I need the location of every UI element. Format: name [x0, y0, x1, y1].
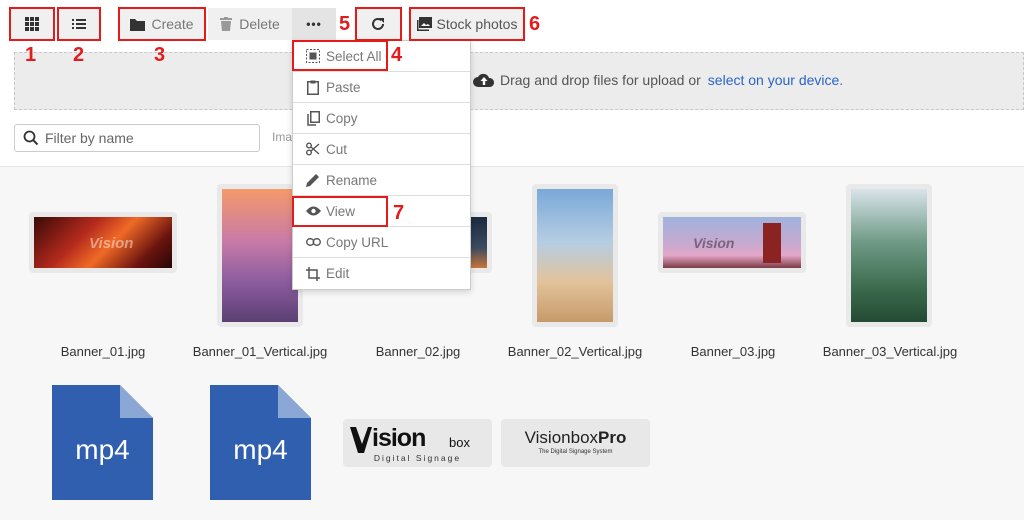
more-actions-button[interactable]: ••• [292, 8, 336, 40]
dropzone-text: Drag and drop files for upload or [500, 72, 701, 88]
menu-item-edit[interactable]: Edit [293, 258, 470, 289]
visionbox-pro-name: Visionbox [524, 428, 599, 447]
annotation-number-4: 4 [391, 44, 403, 66]
scissors-icon [305, 141, 321, 157]
mp4-label: mp4 [75, 434, 130, 465]
menu-item-select-all[interactable]: Select All [293, 41, 470, 72]
filename-banner-03: Banner_03.jpg [690, 344, 776, 359]
annotation-number-2: 2 [73, 44, 85, 66]
filter-input[interactable]: Filter by name [14, 124, 260, 152]
stock-photos-label: Stock photos [436, 16, 518, 32]
filename-banner-03-vertical: Banner_03_Vertical.jpg [822, 344, 958, 359]
delete-button[interactable]: Delete [208, 8, 292, 40]
folder-icon [130, 18, 146, 31]
filename-banner-02: Banner_02.jpg [375, 344, 461, 359]
menu-item-cut[interactable]: Cut [293, 134, 470, 165]
image-icon [416, 17, 432, 31]
thumbnail-banner-01-vertical[interactable] [217, 184, 303, 327]
visionbox-logo-thumbnail[interactable]: ision box Digital Signage [343, 419, 492, 467]
more-actions-menu: Select All Paste Copy Cut Rename View Co… [292, 40, 471, 290]
visionbox-logo-subtitle: Digital Signage [373, 453, 462, 463]
menu-label-select-all: Select All [326, 48, 382, 64]
delete-label: Delete [239, 16, 280, 32]
refresh-button[interactable] [356, 8, 400, 40]
search-icon [23, 130, 39, 146]
thumbnail-banner-03-vertical[interactable] [846, 184, 932, 327]
menu-item-rename[interactable]: Rename [293, 165, 470, 196]
cloud-upload-icon [473, 73, 495, 87]
crop-icon [305, 266, 321, 282]
filename-banner-01-vertical: Banner_01_Vertical.jpg [192, 344, 328, 359]
filename-banner-01: Banner_01.jpg [60, 344, 146, 359]
stock-photos-button[interactable]: Stock photos [410, 8, 524, 40]
menu-label-view: View [326, 203, 356, 219]
annotation-number-1: 1 [25, 44, 37, 66]
link-icon [305, 234, 321, 250]
menu-item-copy-url[interactable]: Copy URL [293, 227, 470, 258]
annotation-number-5: 5 [339, 13, 351, 35]
mp4-label-2: mp4 [233, 434, 288, 465]
visionbox-logo-text: ision [372, 424, 426, 452]
upload-dropzone[interactable]: Drag and drop files for upload or select… [14, 52, 1024, 110]
visionbox-pro-subtitle: The Digital Signage System [538, 449, 613, 455]
pencil-icon [305, 172, 321, 188]
menu-label-copy-url: Copy URL [326, 234, 389, 250]
visionbox-logo-sup: box [449, 435, 470, 450]
more-label: ••• [306, 17, 322, 31]
grid-view-button[interactable] [10, 8, 54, 40]
menu-item-copy[interactable]: Copy [293, 103, 470, 134]
menu-label-copy: Copy [326, 110, 358, 126]
filename-banner-02-vertical: Banner_02_Vertical.jpg [507, 344, 643, 359]
trash-icon [220, 17, 233, 31]
menu-label-cut: Cut [326, 141, 348, 157]
dropzone-content: Drag and drop files for upload or select… [473, 72, 843, 88]
menu-item-view[interactable]: View [293, 196, 470, 227]
visionbox-pro-logo: VisionboxPro [501, 428, 650, 448]
menu-label-paste: Paste [326, 79, 361, 95]
list-icon [72, 19, 86, 29]
thumbnail-banner-02-vertical[interactable] [532, 184, 618, 327]
refresh-icon [372, 17, 384, 30]
annotation-number-7: 7 [393, 202, 405, 224]
vision-watermark: Vision [89, 235, 134, 252]
mp4-file-icon[interactable]: mp4 [52, 385, 153, 505]
select-device-link[interactable]: select on your device. [708, 72, 843, 88]
mp4-file-icon-2[interactable]: mp4 [210, 385, 311, 505]
pagoda-shape [763, 223, 781, 263]
thumbnail-banner-03[interactable]: Vision [658, 212, 806, 273]
grid-icon [25, 17, 39, 31]
menu-label-edit: Edit [326, 266, 350, 281]
vision-watermark-3: Vision [693, 235, 735, 251]
visionbox-pro-logo-thumbnail[interactable]: VisionboxPro The Digital Signage System [501, 419, 650, 467]
image-filter-label: Ima [272, 130, 293, 144]
select-all-icon [305, 48, 321, 64]
menu-label-rename: Rename [326, 172, 378, 188]
list-view-button[interactable] [58, 8, 100, 40]
clipboard-icon [305, 79, 321, 95]
filter-placeholder: Filter by name [45, 130, 134, 146]
menu-item-paste[interactable]: Paste [293, 72, 470, 103]
create-button[interactable]: Create [120, 8, 204, 40]
thumbnail-banner-01[interactable]: Vision [29, 212, 177, 273]
visionbox-pro-bold: Pro [598, 428, 627, 447]
annotation-number-6: 6 [529, 13, 541, 35]
copy-icon [305, 110, 321, 126]
annotation-number-3: 3 [154, 44, 166, 66]
visionbox-logo-v [350, 427, 372, 453]
create-label: Create [151, 16, 194, 32]
eye-icon [305, 203, 321, 219]
